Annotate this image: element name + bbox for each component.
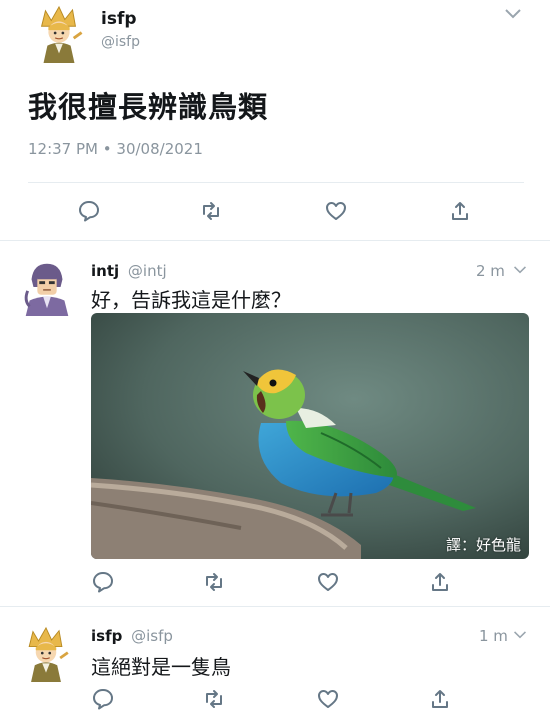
share-icon[interactable] <box>428 687 452 711</box>
reply-icon[interactable] <box>91 570 115 594</box>
author-name[interactable]: isfp <box>101 9 137 29</box>
reply-author-name[interactable]: isfp <box>91 627 122 645</box>
reply-age: 2 m <box>476 262 505 280</box>
avatar-isfp[interactable] <box>30 5 88 63</box>
author-handle[interactable]: @isfp <box>101 34 140 50</box>
tweet-date: 30/08/2021 <box>116 140 203 158</box>
chevron-down-icon[interactable] <box>513 630 527 640</box>
retweet-icon[interactable] <box>202 570 226 594</box>
reply-divider <box>0 606 550 607</box>
reply-author-name[interactable]: intj <box>91 262 119 280</box>
reply-text: 這絕對是一隻鳥 <box>91 655 231 679</box>
chevron-down-icon[interactable] <box>504 8 522 20</box>
share-icon[interactable] <box>428 570 452 594</box>
retweet-icon[interactable] <box>199 199 223 223</box>
bird-photo[interactable]: 譯：好色龍 <box>91 313 529 559</box>
reply-age: 1 m <box>479 627 508 645</box>
image-watermark: 譯：好色龍 <box>445 536 521 554</box>
reply-text: 好，告訴我這是什麼？ <box>91 288 291 312</box>
reply-icon[interactable] <box>91 687 115 711</box>
divider <box>28 182 524 183</box>
reply-author-handle[interactable]: @intj <box>128 262 167 280</box>
reply-author-handle[interactable]: @isfp <box>131 627 173 645</box>
avatar-intj[interactable] <box>18 258 76 316</box>
tweet-time: 12:37 PM <box>28 140 98 158</box>
tweet-timestamp: 12:37 PM • 30/08/2021 <box>28 140 203 158</box>
share-icon[interactable] <box>448 199 472 223</box>
reply-header: isfp @isfp <box>91 627 173 645</box>
timestamp-separator: • <box>102 140 112 158</box>
chevron-down-icon[interactable] <box>513 265 527 275</box>
like-icon[interactable] <box>316 570 340 594</box>
tweet-divider <box>0 240 550 241</box>
tweet-text: 我很擅長辨識鳥類 <box>28 90 269 124</box>
like-icon[interactable] <box>316 687 340 711</box>
avatar-isfp[interactable] <box>18 626 74 682</box>
reply-icon[interactable] <box>77 199 101 223</box>
like-icon[interactable] <box>324 199 348 223</box>
reply-header: intj @intj <box>91 262 167 280</box>
retweet-icon[interactable] <box>202 687 226 711</box>
